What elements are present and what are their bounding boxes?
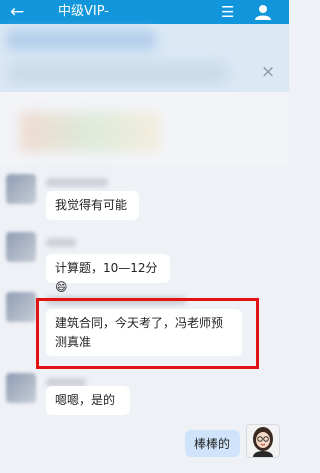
menu-icon[interactable]: ☰ — [221, 1, 234, 23]
message-bubble[interactable]: 嗯嗯，是的 — [46, 386, 130, 415]
group-notice-banner: × — [0, 24, 289, 92]
back-arrow-icon[interactable]: ← — [10, 1, 24, 23]
avatar[interactable] — [6, 232, 36, 262]
my-avatar[interactable] — [246, 424, 280, 458]
message-bubble[interactable]: 我觉得有可能 — [46, 191, 139, 220]
top-app-bar: ← 中级VIP- ☰ — [0, 0, 289, 24]
red-highlight-box — [36, 298, 259, 369]
blurred-message-area — [0, 92, 289, 165]
my-message-bubble[interactable]: 棒棒的 — [185, 430, 240, 457]
nickname-blurred — [46, 178, 108, 187]
close-icon[interactable]: × — [261, 62, 275, 82]
blurred-image — [20, 112, 160, 152]
blurred-notice-title — [6, 30, 156, 50]
message-bubble[interactable]: 计算题，10—12分😄 — [46, 254, 170, 294]
avatar[interactable] — [6, 373, 36, 403]
blurred-notice-text — [8, 62, 228, 84]
nickname-blurred — [46, 238, 76, 247]
person-icon[interactable] — [254, 4, 272, 20]
avatar[interactable] — [6, 292, 36, 322]
chat-title: 中级VIP- — [58, 4, 109, 19]
avatar[interactable] — [6, 174, 36, 204]
